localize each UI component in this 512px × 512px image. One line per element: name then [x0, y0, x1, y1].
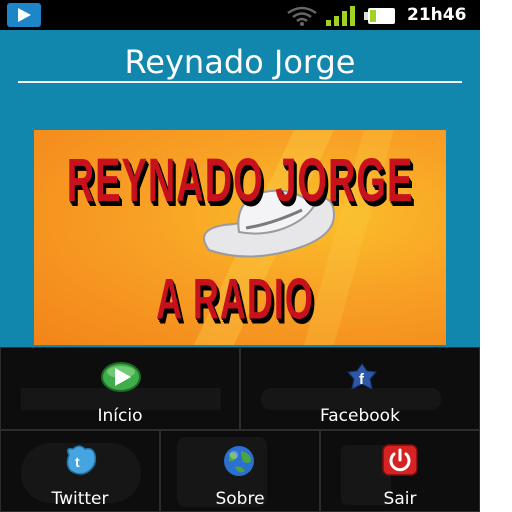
menu-item-facebook[interactable]: f Facebook — [240, 347, 480, 430]
menu-item-label: Facebook — [320, 406, 400, 426]
menu-item-label: Início — [97, 406, 143, 426]
title-divider — [18, 81, 462, 83]
menu-item-sair[interactable]: Sair — [320, 430, 480, 512]
menu-item-label: Sair — [383, 489, 417, 509]
menu-item-label: Twitter — [51, 489, 109, 509]
wifi-icon — [287, 6, 317, 26]
status-clock: 21h46 — [407, 5, 467, 25]
page-title: Reynado Jorge — [124, 43, 356, 81]
power-icon — [382, 444, 418, 476]
radio-banner: REYNADO JORGE A RADIO — [34, 130, 446, 345]
status-bar: 21h46 — [0, 0, 480, 30]
signal-strength-icon — [326, 6, 355, 26]
twitter-icon: t — [66, 445, 97, 475]
menu-item-twitter[interactable]: t Twitter — [0, 430, 160, 512]
banner-title: REYNADO JORGE — [66, 148, 414, 216]
menu-item-inicio[interactable]: Início — [0, 347, 240, 430]
app-screen: 21h46 Reynado Jorge REYNADO JORGE A RADI… — [0, 0, 480, 512]
play-icon — [101, 362, 141, 392]
app-notification-icon — [7, 3, 41, 27]
svg-text:t: t — [75, 454, 80, 470]
battery-icon — [364, 8, 395, 24]
menu-item-label: Sobre — [215, 489, 265, 509]
facebook-icon: f — [347, 363, 377, 390]
menu-item-sobre[interactable]: Sobre — [160, 430, 320, 512]
globe-icon — [224, 446, 254, 476]
banner-subtitle: A RADIO — [156, 265, 314, 332]
header: Reynado Jorge — [0, 30, 480, 88]
main-menu: Início f Facebook t Twitter Sobre Sair — [0, 347, 480, 512]
